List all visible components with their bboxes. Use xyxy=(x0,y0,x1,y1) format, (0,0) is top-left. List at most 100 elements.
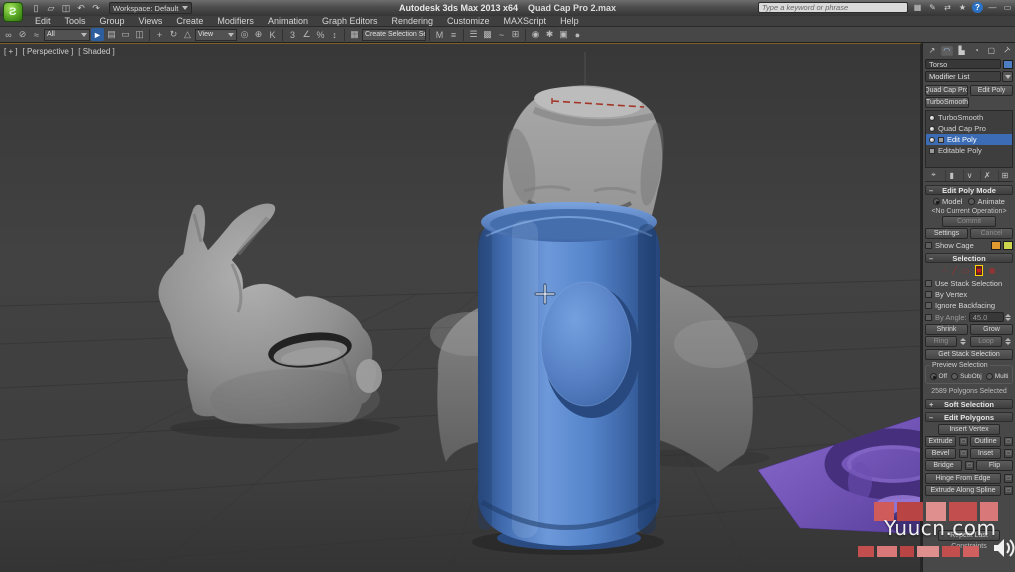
select-by-name-icon[interactable]: ▤ xyxy=(105,28,118,41)
menu-rendering[interactable]: Rendering xyxy=(385,16,441,27)
by-angle-checkbox[interactable] xyxy=(925,313,932,321)
menu-views[interactable]: Views xyxy=(132,16,170,27)
polygon-subobject-icon[interactable]: ■ xyxy=(974,265,984,276)
inset-settings-button[interactable]: □ xyxy=(1004,449,1013,458)
tab-hierarchy-icon[interactable]: ▙ xyxy=(955,45,969,57)
loop-spinner[interactable] xyxy=(1005,338,1013,345)
modifier-set-button-quadcappro[interactable]: Quad Cap Pro xyxy=(925,85,968,96)
menu-tools[interactable]: Tools xyxy=(58,16,93,27)
object-color-swatch[interactable] xyxy=(1003,59,1013,69)
modifier-list-dropdown[interactable]: Modifier List xyxy=(925,71,1001,82)
bevel-settings-button[interactable]: □ xyxy=(959,449,968,458)
extrude-spline-settings-button[interactable]: □ xyxy=(1004,486,1013,495)
select-and-manipulate-icon[interactable]: ⊕ xyxy=(252,28,265,41)
modifier-set-button-turbosmooth[interactable]: TurboSmooth xyxy=(925,97,969,108)
keyboard-override-icon[interactable]: K xyxy=(266,28,279,41)
insert-vertex-button[interactable]: Insert Vertex xyxy=(938,424,1000,435)
select-and-move-icon[interactable]: + xyxy=(153,28,166,41)
ring-spinner[interactable] xyxy=(960,338,968,345)
curve-editor-icon[interactable]: ~ xyxy=(495,28,508,41)
remove-modifier-icon[interactable]: ✗ xyxy=(980,169,993,181)
use-pivot-point-center-icon[interactable]: ◎ xyxy=(238,28,251,41)
reference-coordinate-dropdown[interactable]: View xyxy=(195,28,237,41)
layer-manager-icon[interactable]: ☰ xyxy=(467,28,480,41)
preview-subobj-radio[interactable]: SubObj xyxy=(951,373,982,380)
edit-named-selection-sets-icon[interactable]: ▦ xyxy=(348,28,361,41)
selection-filter-dropdown[interactable]: All xyxy=(44,28,90,41)
visibility-bulb-icon[interactable] xyxy=(929,136,935,143)
vertex-subobject-icon[interactable]: ∴ xyxy=(942,266,947,275)
bevel-button[interactable]: Bevel xyxy=(925,448,956,459)
tab-modify-icon[interactable]: ◠ xyxy=(939,44,954,57)
radio-animate[interactable]: Animate xyxy=(968,197,1005,206)
tab-utilities-icon[interactable]: T xyxy=(999,45,1013,57)
render-production-icon[interactable]: ● xyxy=(571,28,584,41)
workspace-dropdown[interactable]: Workspace: Default xyxy=(109,2,193,14)
new-scene-icon[interactable]: ▯ xyxy=(30,2,42,14)
modifier-set-button-editpoly[interactable]: Edit Poly xyxy=(970,85,1013,96)
restore-button[interactable]: ▭ xyxy=(1002,2,1013,13)
menu-animation[interactable]: Animation xyxy=(261,16,315,27)
perspective-viewport[interactable]: [ + ] [ Perspective ] [ Shaded ] xyxy=(0,43,922,572)
menu-edit[interactable]: Edit xyxy=(28,16,58,27)
named-selection-set-dropdown[interactable]: Create Selection Se xyxy=(362,28,426,41)
viewport-nav-menu[interactable]: [ + ] xyxy=(4,47,18,56)
undo-icon[interactable]: ↶ xyxy=(75,2,87,14)
hinge-settings-button[interactable]: □ xyxy=(1004,474,1013,483)
preview-off-radio[interactable]: Off xyxy=(929,373,947,380)
object-name-field[interactable]: Torso xyxy=(925,59,1001,69)
viewport-pov-menu[interactable]: [ Perspective ] xyxy=(23,47,74,56)
ignore-backfacing-checkbox[interactable] xyxy=(925,302,932,309)
configure-modifier-sets-icon[interactable]: ⊞ xyxy=(998,169,1011,181)
select-and-scale-icon[interactable]: △ xyxy=(181,28,194,41)
make-unique-icon[interactable]: ∨ xyxy=(962,169,976,181)
menu-maxscript[interactable]: MAXScript xyxy=(497,16,554,27)
edge-subobject-icon[interactable]: ╱ xyxy=(952,266,957,275)
preview-multi-radio[interactable]: Multi xyxy=(985,373,1008,380)
by-angle-field[interactable]: 45.0 xyxy=(968,312,1004,322)
percent-snap-icon[interactable]: % xyxy=(314,28,327,41)
tab-motion-icon[interactable]: ◔ xyxy=(969,45,983,57)
by-angle-spinner[interactable] xyxy=(1005,313,1013,321)
use-stack-selection-checkbox[interactable] xyxy=(925,280,932,287)
radio-model[interactable]: Model xyxy=(933,197,962,206)
shrink-button[interactable]: Shrink xyxy=(925,324,968,335)
element-subobject-icon[interactable]: ▣ xyxy=(988,266,996,275)
commit-button[interactable]: Commit xyxy=(942,216,996,227)
spinner-snap-icon[interactable]: ↕ xyxy=(328,28,341,41)
pin-stack-icon[interactable]: ⌖ xyxy=(927,170,940,181)
can-mesh[interactable] xyxy=(478,202,660,550)
subscription-icon[interactable]: ✎ xyxy=(927,2,938,13)
cage-color-swatch[interactable] xyxy=(991,241,1001,250)
extrude-settings-button[interactable]: □ xyxy=(959,437,968,446)
render-setup-icon[interactable]: ✱ xyxy=(543,28,556,41)
cancel-button[interactable]: Cancel xyxy=(970,228,1013,239)
rollout-edit-poly-mode[interactable]: – Edit Poly Mode xyxy=(925,185,1013,195)
subobject-level-icon[interactable] xyxy=(938,136,944,143)
bind-to-space-warp-icon[interactable]: ≈ xyxy=(30,28,43,41)
menu-modifiers[interactable]: Modifiers xyxy=(210,16,261,27)
loop-button[interactable]: Loop xyxy=(970,336,1002,347)
stack-item-editablepoly[interactable]: Editable Poly xyxy=(926,145,1012,156)
viewport-shading-menu[interactable]: [ Shaded ] xyxy=(78,47,114,56)
bunny-mesh[interactable] xyxy=(158,203,382,429)
tab-create-icon[interactable]: ↗ xyxy=(925,45,939,57)
infocenter-apps-icon[interactable]: ▦ xyxy=(912,2,923,13)
tab-display-icon[interactable]: ▢ xyxy=(984,45,998,57)
rectangular-selection-region-icon[interactable]: ▭ xyxy=(119,28,132,41)
cage-selected-color-swatch[interactable] xyxy=(1003,241,1013,250)
extrude-along-spline-button[interactable]: Extrude Along Spline xyxy=(925,485,1001,496)
mirror-icon[interactable]: M xyxy=(433,28,446,41)
border-subobject-icon[interactable]: ▭ xyxy=(962,266,970,275)
select-and-link-icon[interactable]: ∞ xyxy=(2,28,15,41)
rollout-soft-selection[interactable]: + Soft Selection xyxy=(925,399,1013,409)
snap-toggle-icon[interactable]: 3 xyxy=(286,28,299,41)
redo-icon[interactable]: ↷ xyxy=(90,2,102,14)
by-vertex-checkbox[interactable] xyxy=(925,291,932,298)
settings-button[interactable]: Settings xyxy=(925,228,968,239)
material-editor-icon[interactable]: ◉ xyxy=(529,28,542,41)
graphite-modeling-icon[interactable]: ▩ xyxy=(481,28,494,41)
save-file-icon[interactable]: ◫ xyxy=(60,2,72,14)
angle-snap-icon[interactable]: ∠ xyxy=(300,28,313,41)
minimize-button[interactable]: — xyxy=(987,2,998,13)
